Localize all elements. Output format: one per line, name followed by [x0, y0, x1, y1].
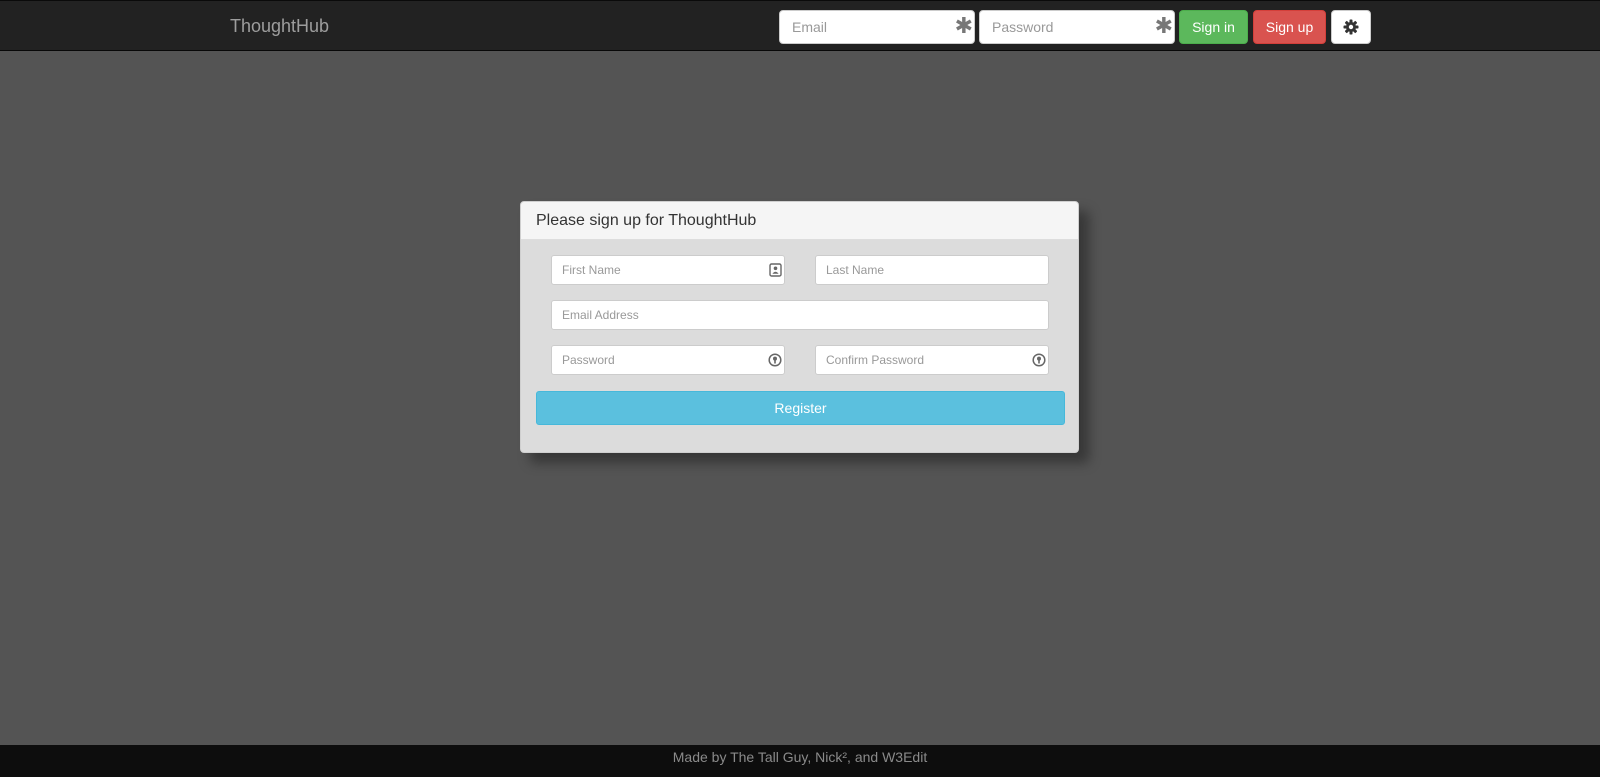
signup-panel: Please sign up for ThoughtHub First Name… — [520, 201, 1079, 453]
footer-credits: Made by The Tall Guy, Nick², and W3Edit — [672, 749, 928, 765]
asterisk-icon: ✱ — [1154, 14, 1173, 39]
sign-in-button[interactable]: Sign in — [1179, 10, 1248, 44]
contact-card-icon — [769, 263, 782, 282]
sign-up-button[interactable]: Sign up — [1253, 10, 1326, 44]
register-button[interactable]: Register — [536, 391, 1065, 425]
confirm-password-field[interactable] — [815, 345, 1049, 375]
confirm-password-input[interactable] — [816, 346, 1016, 374]
first-name-input[interactable] — [552, 256, 752, 284]
password-key-icon — [768, 353, 782, 372]
email-address-field[interactable] — [551, 300, 1049, 330]
password-input[interactable] — [552, 346, 752, 374]
page: ThoughtHub ✱ ✱ Sign in Sign up — [0, 0, 1600, 777]
nav-password-field[interactable]: ✱ — [979, 10, 1175, 44]
asterisk-icon: ✱ — [954, 14, 973, 39]
password-field[interactable] — [551, 345, 785, 375]
last-name-field[interactable] — [815, 255, 1049, 285]
last-name-input[interactable] — [816, 256, 1016, 284]
nav-password-input[interactable] — [980, 11, 1152, 43]
top-navbar: ThoughtHub ✱ ✱ Sign in Sign up — [0, 0, 1600, 51]
footer: Made by The Tall Guy, Nick², and W3Edit — [0, 745, 1600, 777]
first-name-field[interactable] — [551, 255, 785, 285]
nav-email-input[interactable] — [780, 11, 952, 43]
gear-icon — [1343, 19, 1359, 35]
email-address-input[interactable] — [552, 301, 1042, 329]
settings-button[interactable] — [1331, 10, 1371, 44]
signup-heading: Please sign up for ThoughtHub — [521, 202, 1078, 240]
nav-email-field[interactable]: ✱ — [779, 10, 975, 44]
brand-link[interactable]: ThoughtHub — [230, 16, 329, 36]
password-key-icon — [1032, 353, 1046, 372]
